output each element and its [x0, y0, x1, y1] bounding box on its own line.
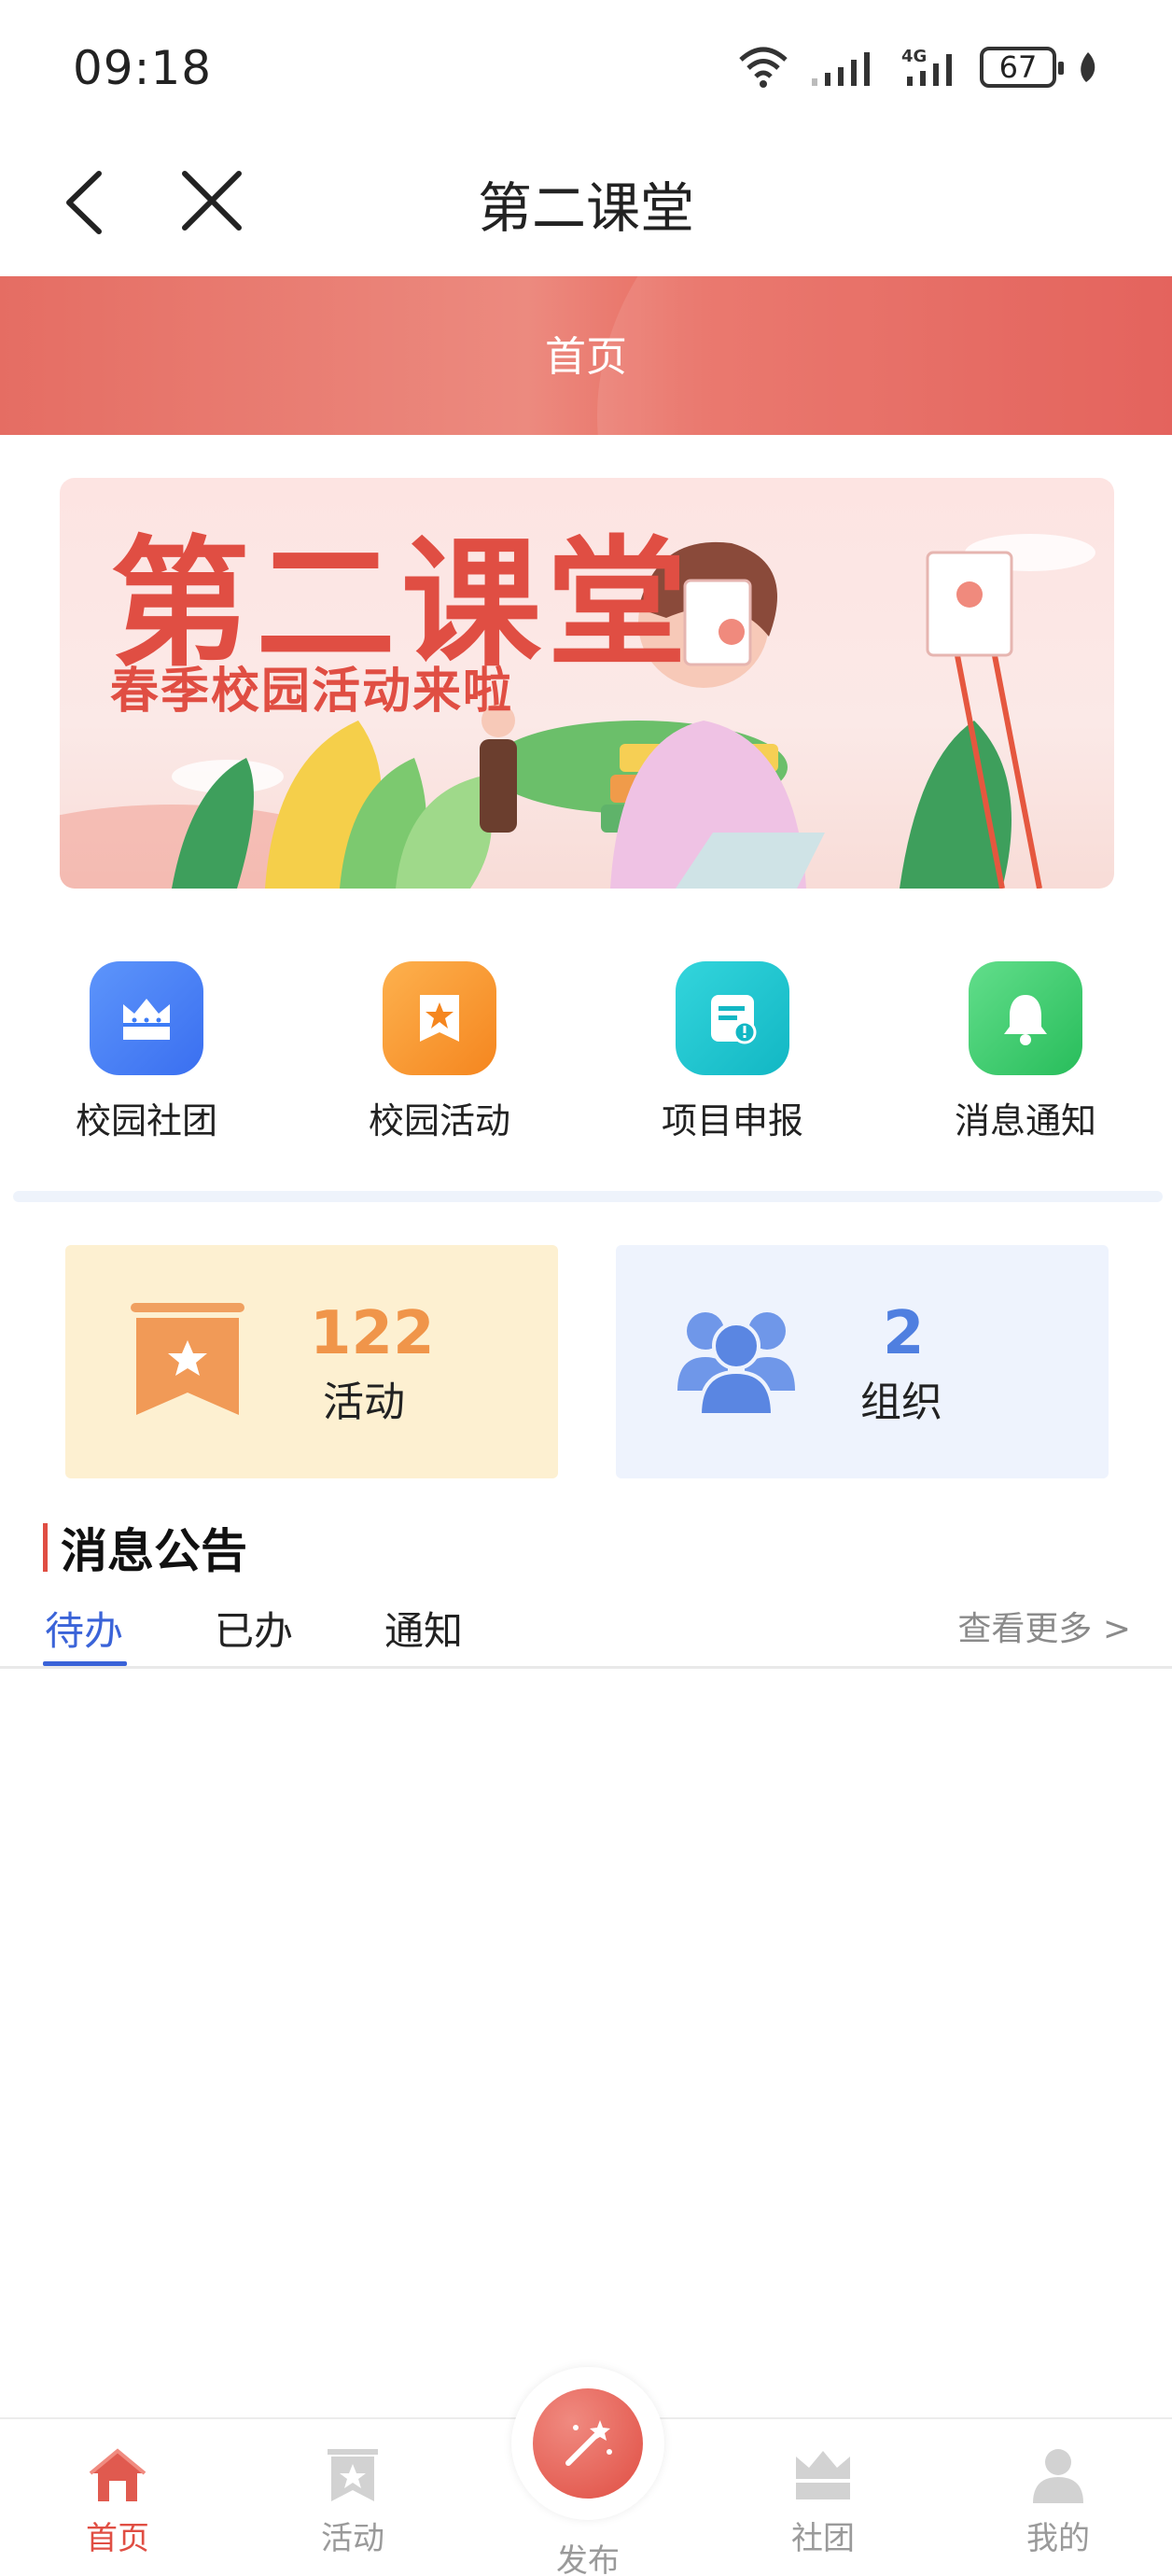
status-bar: 09:18 4G 67: [0, 0, 1172, 131]
signal-4g-icon: 4G: [901, 47, 952, 86]
page-title: 第二课堂: [477, 176, 694, 240]
battery-indicator: 67: [980, 47, 1064, 88]
leaf-icon: [1081, 52, 1095, 82]
quick-label-message-notice: 消息通知: [954, 1100, 1096, 1141]
home-icon: [89, 2448, 146, 2501]
bottom-nav-label-home: 首页: [86, 2520, 149, 2557]
quick-label-campus-club: 校园社团: [75, 1100, 217, 1141]
bottom-nav-label-club: 社团: [791, 2520, 855, 2557]
nav-bar: 第二课堂: [0, 131, 1172, 276]
tab-todo[interactable]: 待办: [45, 1600, 123, 1657]
wifi-icon: [739, 47, 788, 88]
notice-section-header: 消息公告: [43, 1519, 247, 1578]
notice-tabs: 待办 已办 通知 查看更多 >: [0, 1587, 1172, 1669]
bottom-nav: 首页 活动 发布 社团 我的: [0, 2367, 1172, 2576]
notice-title: 消息公告: [61, 1524, 247, 1578]
view-more-link[interactable]: 查看更多 >: [957, 1602, 1131, 1650]
org-count: 2: [883, 1299, 925, 1368]
bottom-nav-label-mine: 我的: [1026, 2520, 1090, 2557]
home-header: 首页: [0, 276, 1172, 435]
activity-flag-icon: [131, 1303, 244, 1415]
quick-label-campus-activity: 校园活动: [368, 1100, 510, 1141]
activity-nav-icon: [328, 2449, 378, 2501]
publish-button[interactable]: [511, 2367, 664, 2520]
crown-icon: [90, 961, 203, 1075]
quick-menu: 校园社团 校园活动 项目申报 消息通知: [0, 961, 1172, 1148]
activity-stat-card[interactable]: 122 活动: [65, 1245, 558, 1478]
header-title: 首页: [545, 333, 627, 381]
section-divider: [13, 1191, 1163, 1202]
activity-label: 活动: [323, 1379, 405, 1426]
battery-level: 67: [998, 49, 1038, 85]
status-time: 09:18: [73, 41, 213, 95]
bottom-nav-mine[interactable]: 我的: [993, 2445, 1123, 2558]
promo-banner[interactable]: 第二课堂 春季校园活动来啦: [60, 478, 1114, 889]
bottom-nav-label-publish: 发布: [556, 2542, 620, 2576]
bottom-nav-home[interactable]: 首页: [52, 2445, 183, 2558]
magic-wand-icon: [533, 2388, 643, 2499]
bottom-nav-activity[interactable]: 活动: [287, 2445, 418, 2558]
svg-text:4G: 4G: [901, 47, 927, 66]
crown-nav-icon: [796, 2451, 850, 2499]
activity-count: 122: [310, 1299, 435, 1368]
star-bookmark-icon: [383, 961, 496, 1075]
tab-done[interactable]: 已办: [215, 1600, 293, 1657]
tab-notice[interactable]: 通知: [384, 1600, 463, 1657]
bottom-nav-label-activity: 活动: [321, 2520, 384, 2557]
status-icons: 4G 67: [737, 41, 1099, 93]
bottom-nav-club[interactable]: 社团: [758, 2445, 888, 2558]
quick-item-campus-club[interactable]: 校园社团: [0, 961, 293, 1148]
quick-item-project-apply[interactable]: 项目申报: [586, 961, 879, 1148]
signal-weak-icon: [812, 52, 870, 86]
bell-icon: [969, 961, 1082, 1075]
group-users-icon: [677, 1312, 795, 1417]
notice-title-marker: [43, 1523, 48, 1572]
banner-subtitle: 春季校园活动来啦: [110, 664, 514, 720]
user-icon: [1033, 2449, 1083, 2503]
active-tab-underline: [43, 1661, 127, 1666]
quick-item-message-notice[interactable]: 消息通知: [879, 961, 1172, 1148]
document-alert-icon: [676, 961, 789, 1075]
quick-item-campus-activity[interactable]: 校园活动: [293, 961, 586, 1148]
org-label: 组织: [860, 1379, 942, 1426]
quick-label-project-apply: 项目申报: [661, 1100, 803, 1141]
org-stat-card[interactable]: 2 组织: [616, 1245, 1109, 1478]
